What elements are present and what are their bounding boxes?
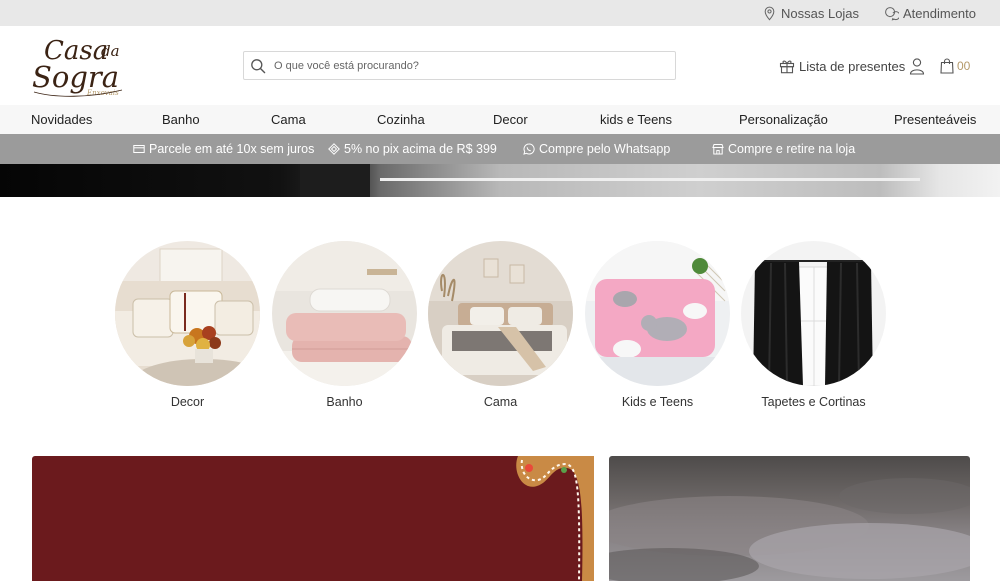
search-input[interactable] [274, 59, 664, 72]
category-card-decor[interactable]: Decor [115, 241, 260, 409]
decor-photo [115, 241, 260, 386]
category-image-kids-teens [585, 241, 730, 386]
category-card-cama[interactable]: Cama [428, 241, 573, 409]
promo-installments: Parcele em até 10x sem juros [133, 134, 314, 164]
site-logo[interactable]: Casa da Sogra Enxovais [30, 32, 145, 100]
category-label-cama: Cama [483, 395, 518, 409]
nav-item-decor[interactable]: Decor [493, 105, 528, 134]
promo-pickup: Compre e retire na loja [712, 134, 855, 164]
nav-item-cozinha[interactable]: Cozinha [377, 105, 425, 134]
promo-bar: Parcele em até 10x sem juros 5% no pix a… [0, 134, 1000, 164]
location-pin-icon [764, 6, 775, 20]
site-header: Casa da Sogra Enxovais Lista de presente… [0, 26, 1000, 105]
card-icon [133, 145, 145, 153]
cart-count: 00 [957, 59, 971, 73]
nav-item-banho[interactable]: Banho [162, 105, 200, 134]
nav-item-cama[interactable]: Cama [271, 105, 306, 134]
search-icon[interactable] [250, 58, 266, 74]
category-image-tapetes-cortinas [741, 241, 886, 386]
customer-service-link[interactable]: Atendimento [884, 0, 976, 26]
svg-text:da: da [101, 42, 120, 60]
category-label-decor: Decor [170, 395, 205, 409]
category-image-decor [115, 241, 260, 386]
category-image-banho [272, 241, 417, 386]
category-label-kids-teens: Kids e Teens [621, 395, 694, 409]
whatsapp-icon [523, 143, 535, 155]
hero-highlight [380, 178, 920, 181]
nav-item-personalizacao[interactable]: Personalização [739, 105, 828, 134]
store-icon [712, 144, 724, 155]
gift-icon [779, 60, 795, 74]
promo-pickup-label: Compre e retire na loja [728, 142, 856, 156]
category-card-banho[interactable]: Banho [272, 241, 417, 409]
gift-list-label: Lista de presentes [799, 58, 906, 74]
search-bar[interactable] [243, 51, 676, 80]
promo-whatsapp-label: Compre pelo Whatsapp [539, 142, 671, 156]
nav-item-kids-teens[interactable]: kids e Teens [600, 105, 672, 134]
promo-banner-right[interactable] [609, 456, 970, 581]
towels-photo [272, 241, 417, 386]
user-icon [909, 58, 925, 75]
category-image-cama [428, 241, 573, 386]
promo-pix-label: 5% no pix acima de R$ 399 [344, 142, 497, 156]
promo-installments-label: Parcele em até 10x sem juros [149, 142, 315, 156]
curtains-photo [741, 241, 886, 386]
category-card-kids-teens[interactable]: Kids e Teens [585, 241, 730, 409]
nav-item-presenteaveis[interactable]: Presenteáveis [894, 105, 976, 134]
our-stores-link[interactable]: Nossas Lojas [762, 0, 859, 26]
promo-pix: 5% no pix acima de R$ 399 [328, 134, 497, 164]
hero-banner[interactable] [0, 164, 1000, 197]
hero-shadow [300, 164, 370, 197]
category-card-tapetes-cortinas[interactable]: Tapetes e Cortinas [741, 241, 886, 409]
bedding-photo [609, 478, 970, 581]
customer-service-label: Atendimento [903, 5, 976, 21]
account-button[interactable] [909, 57, 925, 75]
cat-pillow-photo [585, 241, 730, 386]
bed-photo [428, 241, 573, 386]
chat-bubbles-icon [885, 6, 899, 21]
promo-whatsapp[interactable]: Compre pelo Whatsapp [523, 134, 670, 164]
gingerbread-decoration [516, 456, 594, 581]
cart-button[interactable]: 00 [940, 57, 970, 75]
category-nav: Novidades Banho Cama Cozinha Decor kids … [0, 105, 1000, 134]
nav-item-novidades[interactable]: Novidades [31, 105, 92, 134]
our-stores-label: Nossas Lojas [781, 5, 860, 21]
gift-list-link[interactable]: Lista de presentes [779, 57, 905, 75]
pix-icon [328, 143, 340, 155]
svg-text:Enxovais: Enxovais [86, 89, 119, 97]
category-label-banho: Banho [326, 395, 363, 409]
top-utility-bar: Nossas Lojas Atendimento [0, 0, 1000, 26]
casa-da-sogra-logo: Casa da Sogra Enxovais [32, 36, 123, 97]
promo-banner-left[interactable] [32, 456, 594, 581]
category-label-tapetes-cortinas: Tapetes e Cortinas [761, 395, 866, 409]
shopping-bag-icon [940, 58, 954, 74]
